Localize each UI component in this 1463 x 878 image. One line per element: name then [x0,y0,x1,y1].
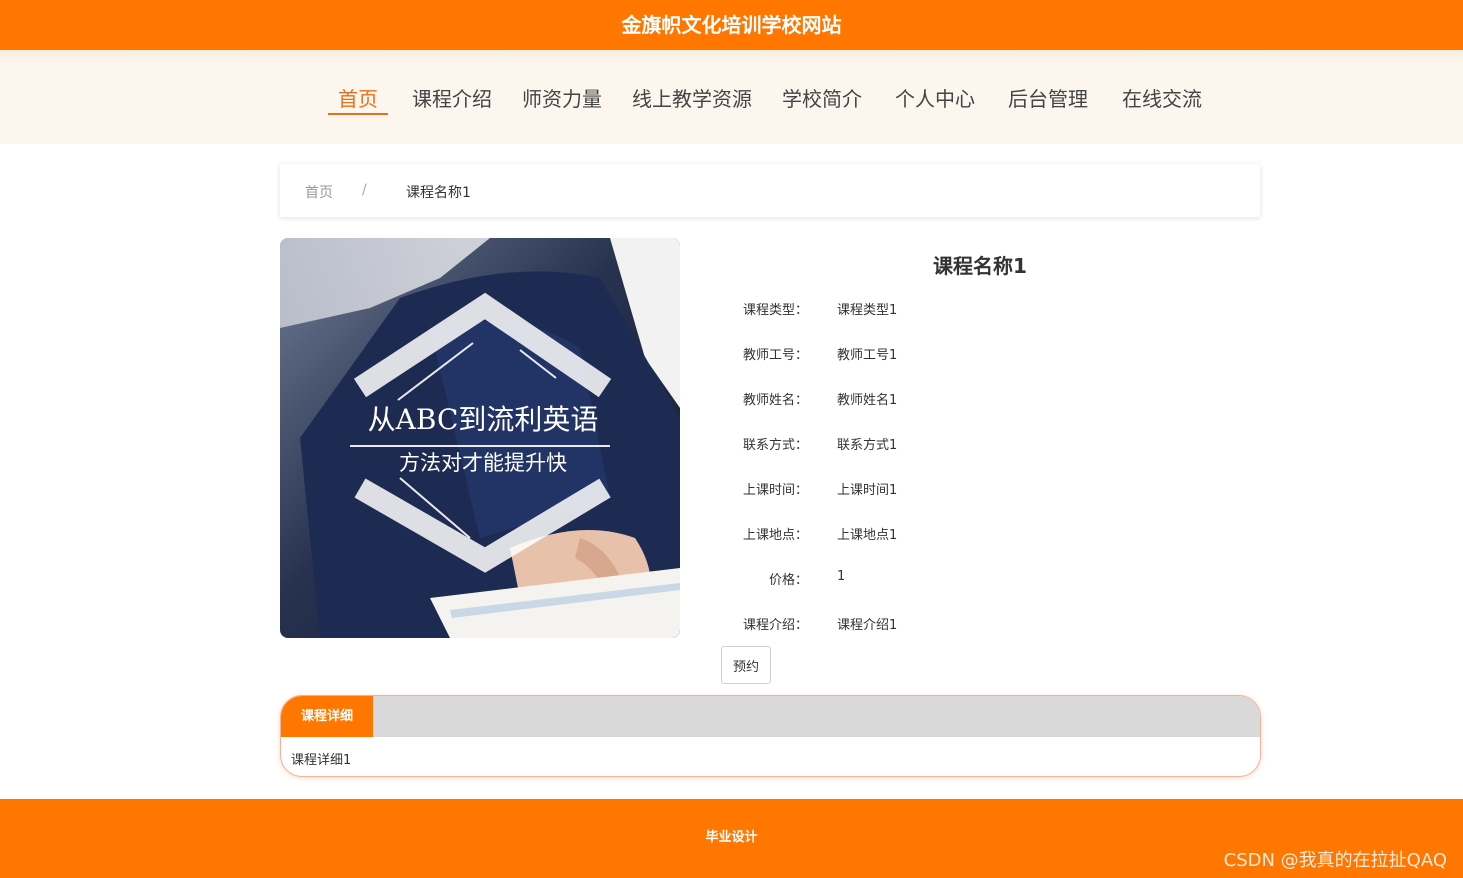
info-row-price: 价格： 1 [720,569,1220,589]
info-row-course-type: 课程类型： 课程类型1 [720,299,1220,319]
nav-active-indicator [328,113,388,115]
cover-subheadline: 方法对才能提升快 [399,451,567,475]
book-button[interactable]: 预约 [721,646,771,684]
info-label: 教师工号： [742,348,808,363]
info-label: 课程介绍： [742,618,808,633]
site-title: 金旗帜文化培训学校网站 [621,13,842,37]
info-value: 教师工号1 [837,348,898,363]
nav-item-school-intro[interactable]: 学校简介 [782,83,862,112]
info-row-class-time: 上课时间： 上课时间1 [720,479,1220,499]
detail-tab-bar: 课程详细 [281,696,1260,737]
breadcrumb: 首页 / 课程名称1 [280,164,1260,217]
course-cover-image: 从ABC到流利英语 方法对才能提升快 [280,238,680,638]
info-value: 课程介绍1 [837,618,898,633]
info-row-teacher-name: 教师姓名： 教师姓名1 [720,389,1220,409]
info-row-teacher-id: 教师工号： 教师工号1 [720,344,1220,364]
info-label: 教师姓名： [742,393,808,408]
course-detail-content: 课程详细1 [291,753,352,768]
breadcrumb-home-link[interactable]: 首页 [305,182,333,202]
info-value: 上课地点1 [837,528,898,543]
nav-item-home[interactable]: 首页 [338,83,378,112]
nav-item-admin[interactable]: 后台管理 [1008,83,1088,112]
nav-item-courses[interactable]: 课程介绍 [412,83,492,112]
nav-item-online-resources[interactable]: 线上教学资源 [632,83,752,112]
course-detail-panel: 课程详细 课程详细1 [280,695,1261,777]
info-label: 上课时间： [742,483,808,498]
tab-course-detail[interactable]: 课程详细 [281,696,373,737]
top-header: 金旗帜文化培训学校网站 [0,0,1463,50]
info-label: 上课地点： [742,528,808,543]
info-label: 价格： [768,573,808,588]
info-label: 课程类型： [742,303,808,318]
info-value: 联系方式1 [837,438,898,453]
course-title: 课程名称1 [933,254,1027,278]
nav-item-teachers[interactable]: 师资力量 [522,83,602,112]
breadcrumb-separator: / [362,182,367,198]
info-row-course-intro: 课程介绍： 课程介绍1 [720,614,1220,634]
info-value: 上课时间1 [837,483,898,498]
main-nav: 首页 课程介绍 师资力量 线上教学资源 学校简介 个人中心 后台管理 在线交流 [0,50,1463,144]
info-value: 教师姓名1 [837,393,898,408]
info-value: 课程类型1 [837,303,898,318]
footer-text: 毕业设计 [705,830,758,845]
info-label: 联系方式： [742,438,808,453]
nav-item-online-chat[interactable]: 在线交流 [1122,83,1202,112]
footer: 毕业设计 CSDN @我真的在拉扯QAQ [0,799,1463,878]
cover-headline: 从ABC到流利英语 [368,403,599,436]
course-cover-illustration: 从ABC到流利英语 方法对才能提升快 [280,238,680,638]
nav-item-personal-center[interactable]: 个人中心 [895,83,975,112]
breadcrumb-current: 课程名称1 [406,185,471,201]
info-value: 1 [837,569,846,584]
info-row-contact: 联系方式： 联系方式1 [720,434,1220,454]
info-row-class-location: 上课地点： 上课地点1 [720,524,1220,544]
csdn-watermark: CSDN @我真的在拉扯QAQ [1223,850,1447,871]
